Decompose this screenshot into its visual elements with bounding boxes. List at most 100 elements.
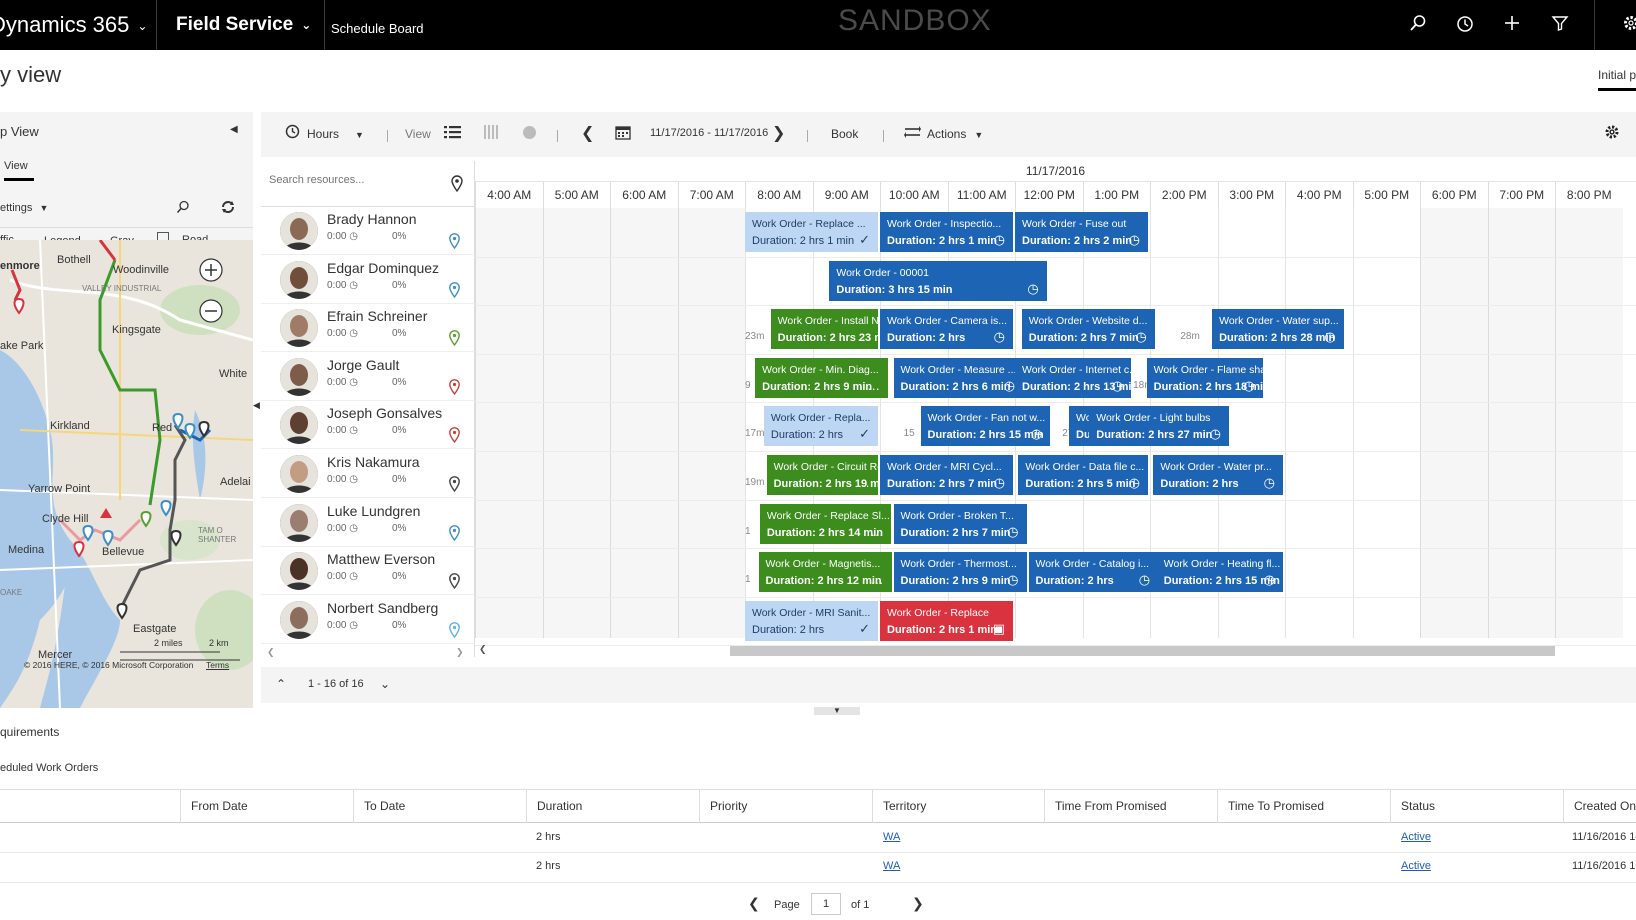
booking-block[interactable]: Work Order - MRI Cycl... Duration: 2 hrs … <box>880 455 1013 495</box>
actions-dropdown[interactable]: Actions ▼ <box>927 127 983 141</box>
list-view-icon[interactable] <box>444 125 461 142</box>
search-icon[interactable] <box>1407 14 1429 36</box>
column-header-status[interactable]: Status <box>1390 789 1563 823</box>
resource-row[interactable]: Edgar Dominquez 0:00 ◷ 0% <box>261 256 475 304</box>
booking-block[interactable]: Work Order - Thermost... Duration: 2 hrs … <box>893 552 1027 593</box>
resource-row[interactable]: Joseph Gonsalves 0:00 ◷ 0% <box>261 401 475 450</box>
booking-block[interactable]: Work Order - Replace ... Duration: 2 hrs … <box>745 212 878 252</box>
scroll-left-icon[interactable]: ❮ <box>479 644 487 655</box>
booking-block[interactable]: Work Order - Flame sha... Duration: 2 hrs… <box>1146 357 1263 398</box>
map-pin-icon[interactable] <box>449 281 460 303</box>
filter-icon[interactable] <box>1549 14 1571 36</box>
breadcrumb[interactable]: Schedule Board <box>331 0 424 58</box>
booking-block[interactable]: Work Order - Broken T... Duration: 2 hrs … <box>893 503 1027 544</box>
map-pin-icon[interactable] <box>449 621 460 643</box>
map-settings-dropdown[interactable]: ettings ▼ <box>0 202 48 214</box>
booking-block[interactable]: Work Order - Measure ... Duration: 2 hrs … <box>893 357 1024 398</box>
resource-row[interactable]: Luke Lundgren 0:00 ◷ 0% <box>261 499 475 547</box>
next-day-icon[interactable]: ❯ <box>772 123 785 143</box>
refresh-icon[interactable] <box>220 199 236 220</box>
booking-block[interactable]: Work Order - Circuit Re...Duration: 2 hr… <box>766 455 878 495</box>
hour-gridline <box>1352 208 1354 638</box>
booking-block[interactable]: Work Order - Magnetis... Duration: 2 hrs … <box>758 552 892 593</box>
map-pin-icon[interactable] <box>449 427 460 448</box>
requirements-view-name[interactable]: eduled Work Orders <box>0 762 98 774</box>
column-header-duration[interactable]: Duration <box>526 789 699 823</box>
booking-block[interactable]: Work Order - Website d... Duration: 2 hrs… <box>1021 309 1155 350</box>
booking-block[interactable]: Work Order - Inspectio... Duration: 2 hrs… <box>880 212 1013 252</box>
map-pin-icon[interactable] <box>449 330 460 351</box>
resource-row[interactable]: Efrain Schreiner 0:00 ◷ 0% <box>261 304 475 353</box>
tab-initial[interactable]: Initial p <box>1598 68 1636 91</box>
grid-view-icon[interactable] <box>484 125 498 142</box>
map-view-icon[interactable] <box>522 125 537 143</box>
map-canvas[interactable]: enmore Bothell Woodinville VALLEY INDUST… <box>0 240 253 708</box>
map-terms-link[interactable]: Terms <box>206 660 229 670</box>
column-header-to-date[interactable]: To Date <box>353 789 526 823</box>
column-header-priority[interactable]: Priority <box>699 789 872 823</box>
booking-block[interactable]: Work Order - 00001 Duration: 3 hrs 15 min… <box>829 260 1047 301</box>
resource-row[interactable]: Kris Nakamura 0:00 ◷ 0% <box>261 450 475 498</box>
column-header-from-date[interactable]: From Date <box>180 789 353 823</box>
timeline-scrollbar[interactable] <box>730 646 1555 656</box>
booking-block[interactable]: Work Order - Heating fl... Duration: 2 hr… <box>1156 552 1283 593</box>
map-pin-icon[interactable] <box>449 573 460 594</box>
page-number-input[interactable]: 1 <box>811 893 841 915</box>
location-pin-icon[interactable] <box>451 175 463 197</box>
column-header-territory[interactable]: Territory <box>872 789 1044 823</box>
app-switcher[interactable]: Dynamics 365 ⌄ <box>0 0 147 50</box>
column-header-time-from-promised[interactable]: Time From Promised <box>1044 789 1217 823</box>
map-search-icon[interactable] <box>176 200 190 219</box>
page-up-icon[interactable]: ⌃ <box>276 677 286 691</box>
booking-block[interactable]: Work Order - Fuse out Duration: 2 hrs 2 m… <box>1015 212 1148 252</box>
booking-block[interactable]: Work Order - Fan not w... Duration: 2 hrs… <box>920 406 1051 447</box>
cell-status-link[interactable]: Active <box>1401 860 1431 872</box>
map-pin-icon[interactable] <box>449 378 460 400</box>
booking-block[interactable]: Work Order - Min. Diag... Duration: 2 hrs… <box>755 357 889 398</box>
booking-block[interactable]: Work Order - Light bulbs Duration: 2 hrs … <box>1089 406 1229 447</box>
booking-block[interactable]: Work Order - Replace Duration: 2 hrs 1 mi… <box>880 600 1013 641</box>
page-down-icon[interactable]: ⌄ <box>380 677 390 691</box>
previous-page-icon[interactable]: ❮ <box>748 895 760 912</box>
cell-territory-link[interactable]: WA <box>883 831 900 843</box>
booking-block[interactable]: Work Order - Replace Sl... Duration: 2 hr… <box>759 503 892 544</box>
resource-row[interactable]: Norbert Sandberg 0:00 ◷ 0% <box>261 596 475 644</box>
map-pin-icon[interactable] <box>449 476 460 497</box>
board-settings-gear-icon[interactable] <box>1604 124 1620 143</box>
resource-row[interactable]: Jorge Gault 0:00 ◷ 0% <box>261 353 475 401</box>
scroll-left-icon[interactable]: ❮ <box>267 647 275 658</box>
module-switcher[interactable]: Field Service ⌄ <box>176 0 311 50</box>
cell-territory-link[interactable]: WA <box>883 860 900 872</box>
tab-map-view[interactable]: View <box>4 160 34 181</box>
expand-requirements-icon[interactable]: ▼ <box>814 707 860 715</box>
splitter-handle-icon[interactable]: ◀ <box>253 400 261 430</box>
booking-block[interactable]: Work Order - Camera is... Duration: 2 hrs… <box>880 309 1013 350</box>
booking-block[interactable]: Work Order - MRI Sanit... Duration: 2 hrs… <box>745 600 878 641</box>
cell-status-link[interactable]: Active <box>1401 831 1431 843</box>
resource-row[interactable]: Matthew Everson 0:00 ◷ 0% <box>261 547 475 596</box>
resource-row[interactable]: Brady Hannon 0:00 ◷ 0% <box>261 207 475 255</box>
booking-block[interactable]: Work Order - Install Ne...Duration: 2 hr… <box>770 309 878 350</box>
date-range[interactable]: 11/17/2016 - 11/17/2016 <box>650 127 768 139</box>
booking-block[interactable]: Work Order - Internet c... Duration: 2 hr… <box>1015 357 1132 398</box>
book-button[interactable]: Book <box>831 127 858 141</box>
booking-block[interactable]: Work Order - Repla... Duration: 2 hrs ✓ <box>763 406 878 447</box>
booking-block[interactable]: Work Order - Water pr... Duration: 2 hrs ◷ <box>1153 455 1283 495</box>
recent-history-icon[interactable] <box>1454 14 1476 36</box>
column-header-time-to-promised[interactable]: Time To Promised <box>1217 789 1390 823</box>
new-record-icon[interactable] <box>1501 14 1523 36</box>
booking-block[interactable]: Work Order - Data file c... Duration: 2 h… <box>1018 455 1148 495</box>
column-header-created-on[interactable]: Created On <box>1563 789 1636 823</box>
booking-block[interactable]: Work Order - Catalog i... Duration: 2 hrs… <box>1028 552 1159 593</box>
map-pin-icon[interactable] <box>449 233 460 254</box>
hours-dropdown[interactable]: Hours ▼ <box>307 127 364 141</box>
calendar-icon[interactable] <box>615 124 631 143</box>
previous-day-icon[interactable]: ❮ <box>581 123 594 143</box>
resource-search-input[interactable] <box>269 174 439 186</box>
map-pin-icon[interactable] <box>449 524 460 546</box>
collapse-panel-icon[interactable]: ◀ <box>230 124 238 135</box>
booking-block[interactable]: Work Order - Water sup... Duration: 2 hrs… <box>1212 309 1344 350</box>
settings-gear-icon[interactable] <box>1620 14 1636 36</box>
next-page-icon[interactable]: ❯ <box>912 895 924 912</box>
scroll-right-icon[interactable]: ❯ <box>456 647 464 658</box>
